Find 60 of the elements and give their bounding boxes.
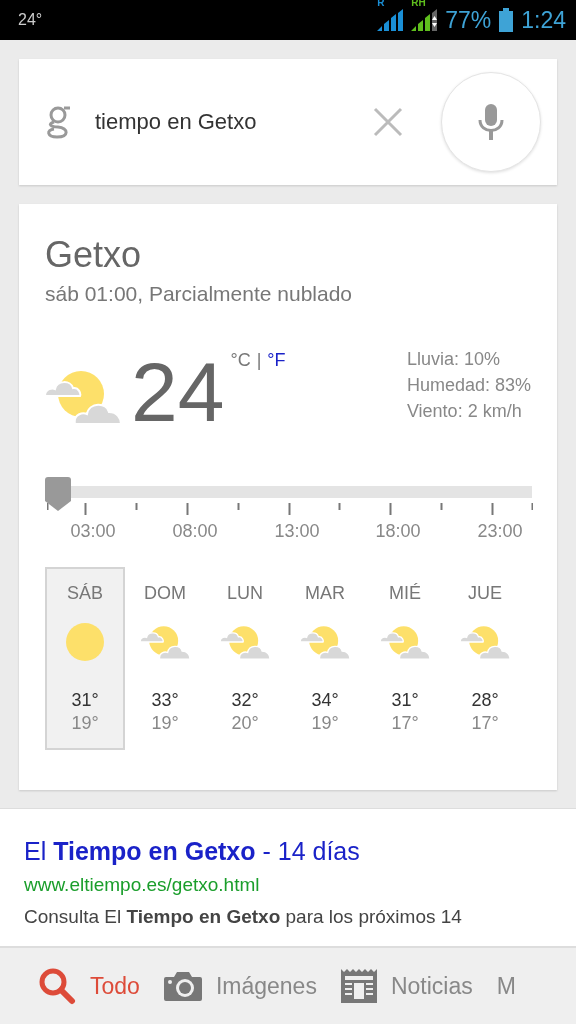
current-temperature: 24	[131, 350, 225, 434]
low-temperature: 19°	[151, 713, 179, 734]
result-snippet: Consulta El Tiempo en Getxo para los próximos 14	[24, 906, 463, 928]
high-temperature: 31°	[391, 690, 419, 711]
low-temperature: 20°	[231, 713, 259, 734]
forecast-day[interactable]: SÁB 31° 19°	[45, 567, 125, 750]
day-name: MAR	[305, 583, 345, 604]
network-label: RH	[411, 0, 426, 8]
search-query: tiempo en Getxo	[95, 109, 258, 135]
day-name: LUN	[227, 583, 263, 604]
day-name: SÁB	[67, 583, 103, 604]
low-temperature: 19°	[71, 713, 99, 734]
unit-toggle[interactable]: °F	[267, 350, 286, 371]
google-g-icon	[45, 105, 71, 139]
day-name: DOM	[144, 583, 186, 604]
time-label: 03:00	[70, 521, 116, 542]
time-label: 08:00	[172, 521, 218, 542]
forecast-day[interactable]: MIÉ 31° 17°	[365, 567, 445, 750]
day-name: MIÉ	[389, 583, 421, 604]
low-temperature: 17°	[471, 713, 499, 734]
signal-icon	[377, 9, 404, 31]
high-temperature: 33°	[151, 690, 179, 711]
low-temperature: 19°	[311, 713, 339, 734]
unit-separator: |	[256, 350, 262, 371]
clear-icon[interactable]	[373, 107, 403, 137]
high-temperature: 34°	[311, 690, 339, 711]
forecast-day[interactable]: JUE 28° 17°	[445, 567, 525, 750]
battery-percent: 77%	[445, 6, 492, 34]
partly-cloudy-icon	[45, 368, 121, 424]
conditions: sáb 01:00, Parcialmente nublado	[45, 282, 354, 306]
forecast-day[interactable]: MAR 34° 19°	[285, 567, 365, 750]
search-bar[interactable]: tiempo en Getxo	[19, 59, 557, 185]
weather-detail: Viento: 2 km/h	[406, 400, 523, 423]
result-url: www.eltiempo.es/getxo.html	[24, 874, 261, 896]
weather-detail: Lluvia: 10%	[406, 348, 501, 371]
day-name: JUE	[468, 583, 502, 604]
location-name: Getxo	[45, 234, 143, 276]
high-temperature: 28°	[471, 690, 499, 711]
low-temperature: 17°	[391, 713, 419, 734]
time-label: 23:00	[477, 521, 523, 542]
newspaper-icon	[340, 969, 377, 1003]
camera-icon	[163, 971, 202, 1001]
forecast-day[interactable]: LUN 32° 20°	[205, 567, 285, 750]
nav-tab[interactable]: Todo	[38, 967, 140, 1005]
slider-handle[interactable]	[45, 477, 71, 511]
sun-icon	[65, 622, 105, 662]
weather-detail: Humedad: 83%	[406, 374, 531, 397]
microphone-icon	[477, 104, 505, 140]
forecast-day[interactable]: DOM 33° 19°	[125, 567, 205, 750]
search-icon	[38, 967, 76, 1005]
time-label: 18:00	[375, 521, 421, 542]
high-temperature: 31°	[71, 690, 99, 711]
high-temperature: 32°	[231, 690, 259, 711]
time-label: 13:00	[274, 521, 320, 542]
network-label: R	[377, 0, 385, 8]
signal-icon	[411, 9, 438, 31]
status-temperature: 24°	[18, 11, 43, 29]
battery-icon	[499, 8, 514, 32]
clock: 1:24	[521, 6, 566, 34]
result-title-link[interactable]: El Tiempo en Getxo - 14 días	[24, 837, 552, 866]
